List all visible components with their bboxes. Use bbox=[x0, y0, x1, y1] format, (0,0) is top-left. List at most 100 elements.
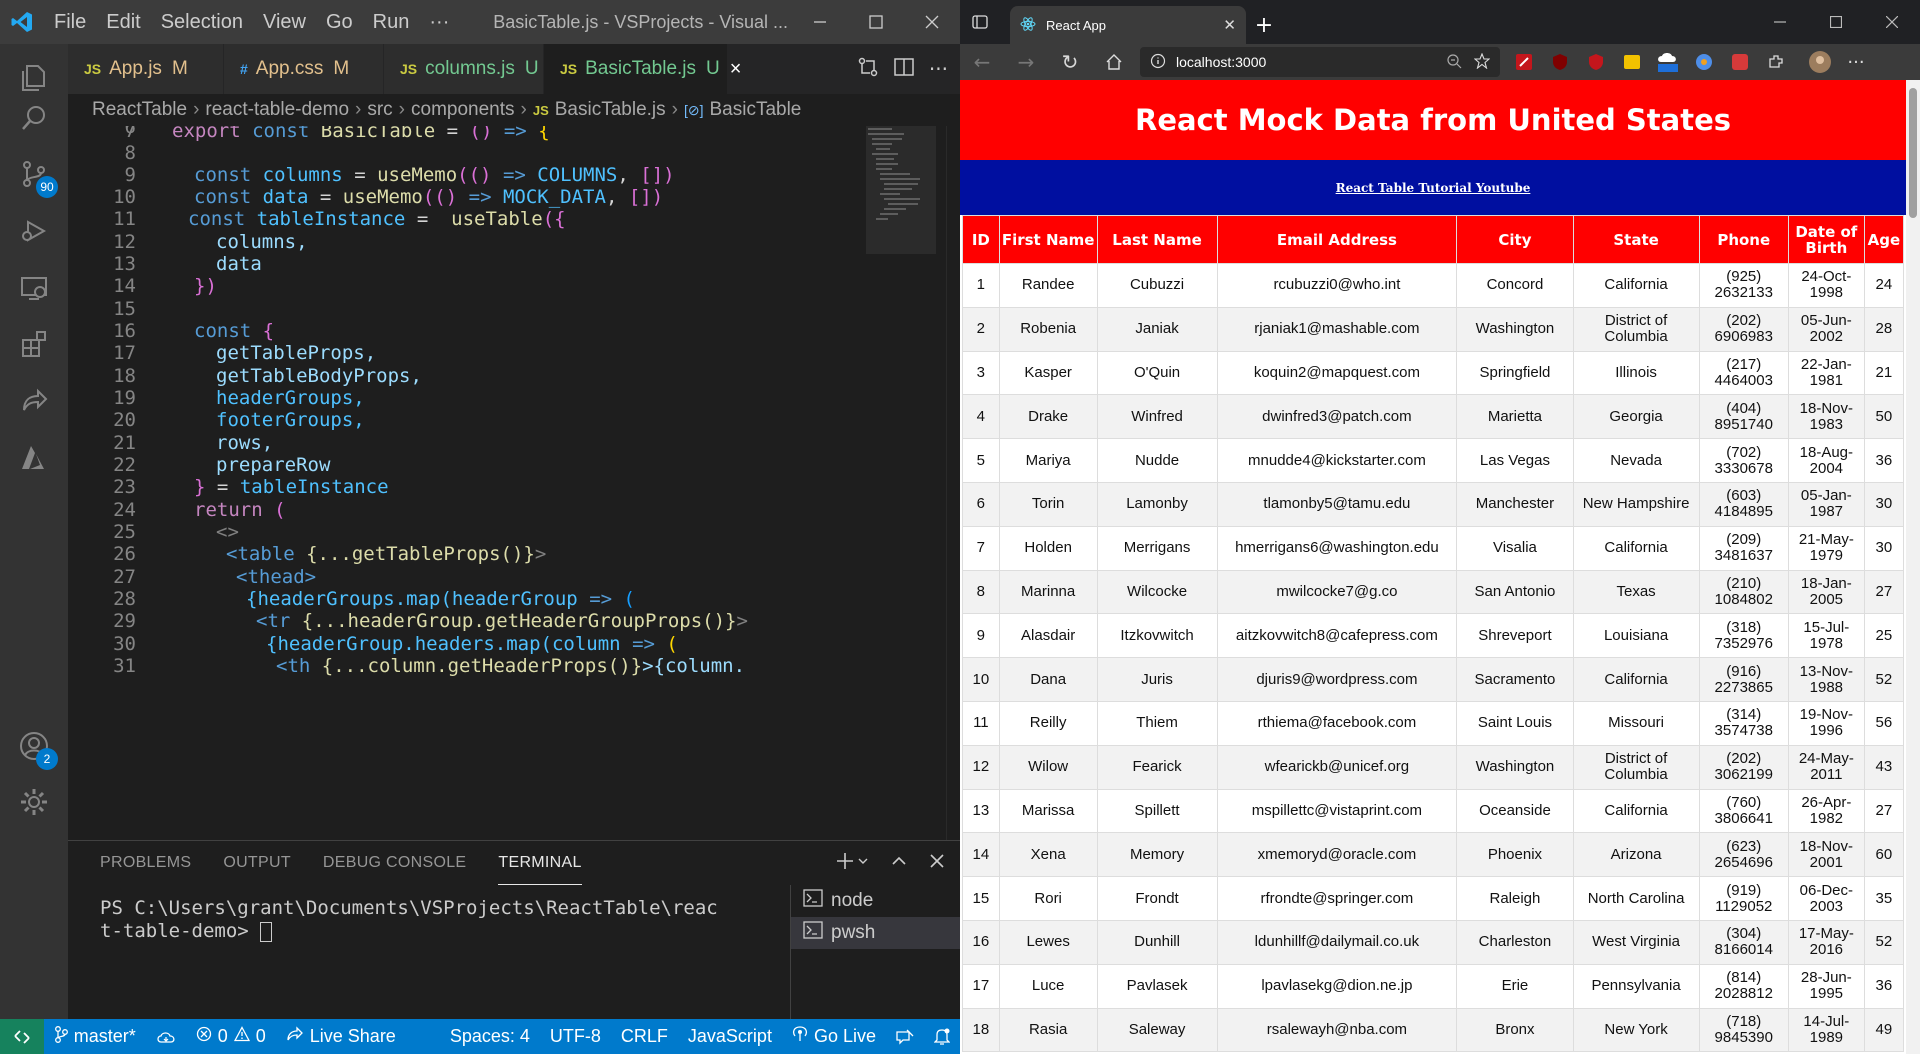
tab-basictable-js[interactable]: JS BasicTable.js U × bbox=[544, 44, 741, 94]
extension-icon[interactable] bbox=[1722, 44, 1758, 80]
remote-indicator-icon[interactable] bbox=[0, 1019, 44, 1054]
table-cell: (919) 1129052 bbox=[1698, 876, 1789, 921]
table-cell: 30 bbox=[1863, 481, 1905, 527]
browser-minimize-button[interactable] bbox=[1752, 0, 1808, 44]
maximize-button[interactable] bbox=[848, 0, 904, 44]
tutorial-link[interactable]: React Table Tutorial Youtube bbox=[1336, 181, 1531, 195]
new-terminal-icon[interactable] bbox=[836, 851, 870, 876]
browser-maximize-button[interactable] bbox=[1808, 0, 1864, 44]
weather-icon[interactable] bbox=[1650, 44, 1686, 80]
table-cell: Shreveport bbox=[1456, 613, 1574, 659]
table-cell: Louisiana bbox=[1572, 613, 1700, 659]
editor-scrollbar[interactable] bbox=[946, 126, 960, 840]
table-cell: rfrondte@springer.com bbox=[1216, 876, 1458, 921]
go-live-status[interactable]: Go Live bbox=[782, 1026, 886, 1047]
table-cell: 52 bbox=[1863, 919, 1905, 965]
table-cell: Holden bbox=[998, 525, 1098, 571]
tab-terminal[interactable]: TERMINAL bbox=[498, 841, 582, 885]
close-window-button[interactable] bbox=[904, 0, 960, 44]
site-info-icon[interactable] bbox=[1150, 53, 1166, 72]
breadcrumb-item[interactable]: react-table-demo bbox=[205, 99, 349, 121]
zoom-icon[interactable] bbox=[1446, 53, 1462, 72]
breadcrumb-item[interactable]: BasicTable bbox=[709, 99, 801, 121]
minimize-button[interactable] bbox=[792, 0, 848, 44]
menu-more[interactable]: ··· bbox=[419, 0, 459, 44]
minimap[interactable] bbox=[866, 126, 936, 256]
tab-actions-icon[interactable] bbox=[972, 14, 988, 34]
azure-icon[interactable] bbox=[0, 424, 68, 492]
split-editor-icon[interactable] bbox=[893, 56, 915, 82]
manage-gear-icon[interactable] bbox=[0, 768, 68, 836]
terminal-item-pwsh[interactable]: pwsh bbox=[791, 917, 960, 949]
tab-columns-js[interactable]: JS columns.js U bbox=[384, 44, 544, 94]
tab-problems[interactable]: PROBLEMS bbox=[100, 841, 191, 885]
terminal-name: pwsh bbox=[831, 922, 876, 943]
breadcrumb-item[interactable]: ReactTable bbox=[92, 99, 187, 121]
table-body: 1 Randee Cubuzzi rcubuzzi0@who.int Concord Ca… bbox=[962, 263, 1905, 1053]
favorite-star-icon[interactable] bbox=[1473, 52, 1491, 72]
home-icon[interactable] bbox=[1092, 44, 1136, 80]
problems-status[interactable]: 0 0 bbox=[186, 1026, 276, 1047]
menu-file[interactable]: File bbox=[44, 0, 96, 44]
page-scrollbar[interactable] bbox=[1906, 80, 1920, 1054]
code-line: const tableInstance = useTable({ bbox=[188, 208, 566, 230]
table-cell: Merrigans bbox=[1096, 525, 1218, 571]
notifications-bell-icon[interactable] bbox=[924, 1028, 960, 1046]
ublock-icon[interactable] bbox=[1542, 44, 1578, 80]
scrollbar-thumb[interactable] bbox=[1909, 88, 1917, 218]
code-area[interactable]: export const BasicTable = () => { const … bbox=[172, 126, 932, 840]
extension-icon[interactable] bbox=[1686, 44, 1722, 80]
encoding-status[interactable]: UTF-8 bbox=[540, 1026, 611, 1047]
menu-edit[interactable]: Edit bbox=[96, 0, 150, 44]
table-cell: 2 bbox=[962, 306, 1000, 352]
menu-selection[interactable]: Selection bbox=[151, 0, 253, 44]
extension-icon[interactable] bbox=[1506, 44, 1542, 80]
table-cell: Winfred bbox=[1096, 394, 1218, 440]
eol-status[interactable]: CRLF bbox=[611, 1026, 678, 1047]
close-tab-icon[interactable]: ✕ bbox=[1223, 16, 1236, 34]
table-cell: 6 bbox=[962, 481, 1000, 527]
address-bar[interactable]: localhost:3000 bbox=[1140, 47, 1500, 77]
code-editor[interactable]: 6 7 8 9 10 11 12 13 14 15 16 17 18 19 20… bbox=[68, 126, 960, 840]
extension-icon[interactable] bbox=[1614, 44, 1650, 80]
settings-more-icon[interactable]: ··· bbox=[1838, 44, 1874, 80]
maximize-panel-icon[interactable] bbox=[890, 852, 908, 875]
language-mode-status[interactable]: JavaScript bbox=[678, 1026, 782, 1047]
browser-tab-react-app[interactable]: React App ✕ bbox=[1010, 6, 1246, 44]
sync-icon[interactable] bbox=[146, 1029, 186, 1045]
vscode-logo-icon[interactable] bbox=[0, 0, 44, 44]
refresh-icon[interactable]: ↻ bbox=[1048, 44, 1092, 80]
compare-changes-icon[interactable] bbox=[857, 56, 879, 82]
extension-icon[interactable] bbox=[1578, 44, 1614, 80]
forward-icon[interactable]: → bbox=[1004, 44, 1048, 80]
git-branch[interactable]: master* bbox=[44, 1025, 146, 1048]
close-panel-icon[interactable] bbox=[928, 852, 946, 875]
indentation-status[interactable]: Spaces: 4 bbox=[440, 1026, 540, 1047]
table-cell: Xena bbox=[998, 832, 1098, 878]
menu-run[interactable]: Run bbox=[363, 0, 420, 44]
back-icon[interactable]: ← bbox=[960, 44, 1004, 80]
table-cell: O'Quin bbox=[1096, 350, 1218, 396]
menu-go[interactable]: Go bbox=[316, 0, 363, 44]
tab-app-js[interactable]: JS App.js M bbox=[68, 44, 224, 94]
breadcrumb-item[interactable]: src bbox=[367, 99, 392, 121]
breadcrumb-item[interactable]: components bbox=[411, 99, 515, 121]
tab-debug-console[interactable]: DEBUG CONSOLE bbox=[323, 841, 467, 885]
more-actions-icon[interactable]: ··· bbox=[929, 57, 948, 81]
close-tab-icon[interactable]: × bbox=[730, 58, 742, 81]
terminal-output[interactable]: PS C:\Users\grant\Documents\VSProjects\R… bbox=[100, 897, 820, 943]
breadcrumb-item[interactable]: BasicTable.js bbox=[555, 99, 666, 121]
live-share-status[interactable]: Live Share bbox=[276, 1026, 406, 1047]
tab-app-css[interactable]: # App.css M bbox=[224, 44, 384, 94]
terminal-item-node[interactable]: node bbox=[791, 885, 960, 917]
table-cell: 28-Jun-1995 bbox=[1787, 963, 1865, 1009]
table-cell: California bbox=[1572, 263, 1700, 308]
browser-close-button[interactable] bbox=[1864, 0, 1920, 44]
new-tab-button[interactable]: + bbox=[1246, 6, 1282, 44]
extensions-puzzle-icon[interactable] bbox=[1758, 44, 1794, 80]
table-cell: rjaniak1@mashable.com bbox=[1216, 306, 1458, 352]
menu-view[interactable]: View bbox=[253, 0, 316, 44]
feedback-icon[interactable] bbox=[886, 1029, 924, 1045]
profile-avatar[interactable] bbox=[1802, 44, 1838, 80]
tab-output[interactable]: OUTPUT bbox=[223, 841, 291, 885]
